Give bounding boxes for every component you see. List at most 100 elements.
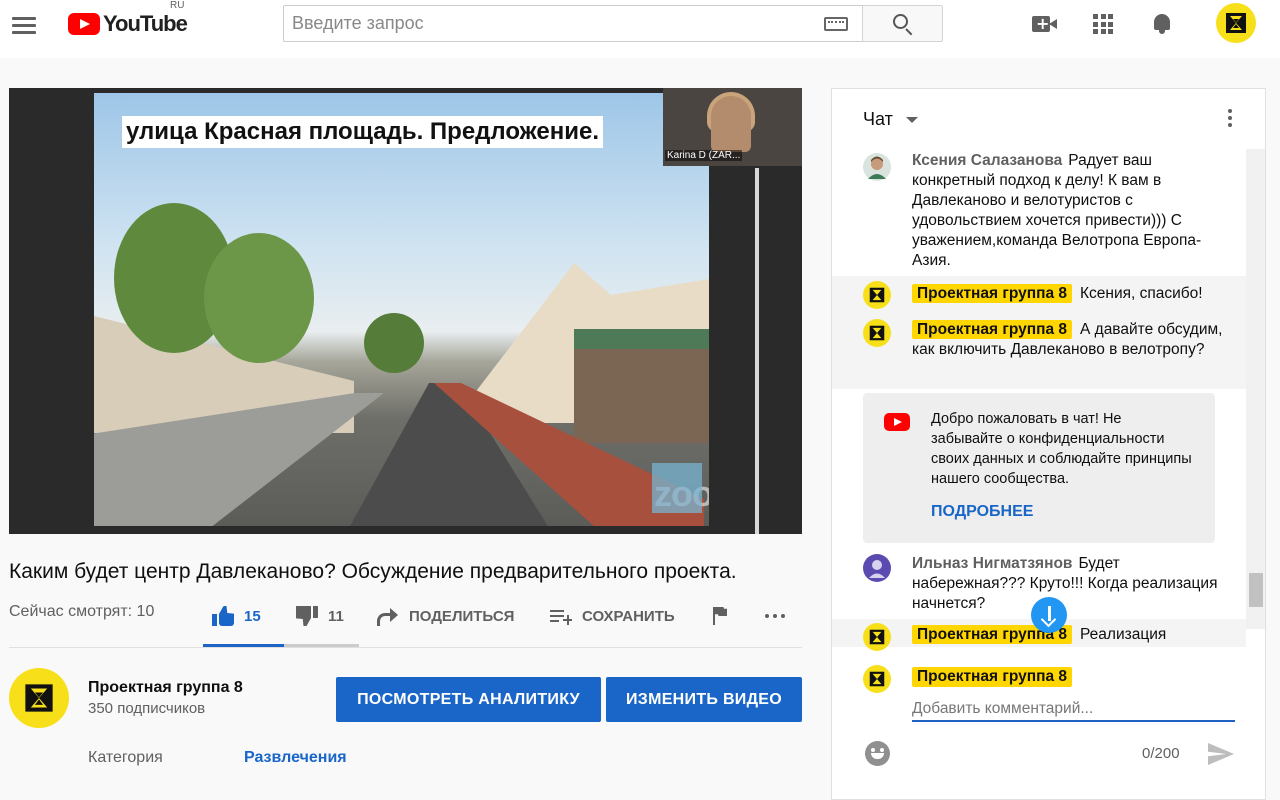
person-avatar-icon <box>869 560 885 578</box>
youtube-logo-icon <box>884 413 910 431</box>
chevron-down-icon[interactable] <box>906 117 918 123</box>
hourglass-logo-icon <box>1226 13 1246 33</box>
participant-face <box>711 96 751 152</box>
top-bar: YouTube RU <box>0 0 1280 58</box>
divider <box>9 647 802 648</box>
zoom-logo-icon <box>652 463 702 513</box>
save-label: СОХРАНИТЬ <box>582 607 675 625</box>
message-body: Проектная группа 8 Ксения, спасибо! <box>912 284 1227 304</box>
logo-region: RU <box>170 0 185 11</box>
thumbs-down-icon <box>296 606 318 626</box>
logo-text: YouTube <box>103 11 188 36</box>
report-button[interactable] <box>712 604 728 628</box>
chat-input-area: Проектная группа 8 0/200 <box>832 657 1265 799</box>
create-video-icon[interactable] <box>1032 14 1057 33</box>
category-label: Категория <box>88 749 163 766</box>
share-icon <box>377 607 399 626</box>
youtube-play-icon <box>68 13 100 35</box>
thumbs-up-icon <box>212 606 234 626</box>
message-body: Ильназ Нигматзянов Будет набережная??? Кр… <box>912 554 1227 614</box>
hourglass-logo-icon <box>869 671 885 687</box>
edit-video-button[interactable]: ИЗМЕНИТЬ ВИДЕО <box>606 677 802 722</box>
playlist-add-icon <box>550 608 572 625</box>
slide-building-shed <box>574 333 709 443</box>
hourglass-logo-icon <box>869 287 885 303</box>
youtube-logo[interactable]: YouTube <box>68 10 188 38</box>
chat-welcome-banner: Добро пожаловать в чат! Не забывайте о к… <box>863 393 1215 543</box>
slide-title: улица Красная площадь. Предложение. <box>122 116 603 148</box>
dislike-button[interactable]: 11 <box>296 604 344 628</box>
message-text: Ксения, спасибо! <box>1080 285 1203 302</box>
search-icon <box>893 14 908 29</box>
analytics-button[interactable]: ПОСМОТРЕТЬ АНАЛИТИКУ <box>336 677 601 722</box>
viewer-count: Сейчас смотрят: 10 <box>9 603 155 620</box>
chat-message-input[interactable] <box>912 698 1235 722</box>
chat-message: Ксения Салазанова Радует ваш конкретный п… <box>832 149 1246 276</box>
chat-message: Проектная группа 8 Ксения, спасибо! <box>832 276 1246 312</box>
dislike-count: 11 <box>328 607 344 625</box>
more-actions-button[interactable] <box>765 604 785 628</box>
hourglass-logo-icon <box>25 684 53 712</box>
owner-author-badge[interactable]: Проектная группа 8 <box>912 284 1072 303</box>
channel-name[interactable]: Проектная группа 8 <box>88 679 243 697</box>
channel-avatar-small <box>863 665 891 693</box>
presentation-slide: улица Красная площадь. Предложение. zoom <box>94 93 709 526</box>
message-text: Реализация <box>1080 626 1167 643</box>
live-chat-panel: Чат Ксения Салазанова Радует ваш конкретн… <box>831 88 1266 800</box>
video-player[interactable]: улица Красная площадь. Предложение. zoom… <box>9 88 802 534</box>
message-author[interactable]: Ксения Салазанова <box>912 152 1062 169</box>
message-body: Проектная группа 8А давайте обсудим, как… <box>912 320 1227 360</box>
keyboard-icon[interactable] <box>824 17 848 31</box>
chat-header: Чат <box>832 89 1265 149</box>
account-avatar[interactable] <box>1216 3 1256 43</box>
save-button[interactable]: СОХРАНИТЬ <box>550 604 675 628</box>
slide-tree <box>364 313 424 373</box>
notifications-icon[interactable] <box>1152 12 1172 34</box>
flag-icon <box>712 607 728 625</box>
user-avatar[interactable] <box>863 153 891 181</box>
more-vertical-icon[interactable] <box>1228 109 1232 127</box>
emoji-icon[interactable] <box>865 741 890 766</box>
scroll-to-bottom-button[interactable] <box>1031 597 1067 633</box>
message-author[interactable]: Ильназ Нигматзянов <box>912 555 1072 572</box>
search-input[interactable] <box>284 6 804 41</box>
video-title: Каким будет центр Давлеканово? Обсуждени… <box>9 560 737 583</box>
participant-camera: Karina D (ZAR... <box>663 88 802 166</box>
share-button[interactable]: ПОДЕЛИТЬСЯ <box>377 604 514 628</box>
learn-more-link[interactable]: ПОДРОБНЕЕ <box>931 503 1033 521</box>
search-box <box>283 5 863 42</box>
channel-avatar[interactable] <box>9 668 69 728</box>
slide-green-roof <box>574 329 709 349</box>
slide-edge-bar <box>755 168 759 534</box>
channel-avatar-small[interactable] <box>863 623 891 651</box>
person-avatar-icon <box>868 156 886 179</box>
apps-icon[interactable] <box>1093 14 1113 34</box>
chat-message: Проектная группа 8А давайте обсудим, как… <box>832 312 1246 389</box>
owner-author-badge[interactable]: Проектная группа 8 <box>912 320 1072 339</box>
message-text: Радует ваш конкретный подход к делу! К в… <box>912 152 1202 269</box>
chat-scrollbar[interactable] <box>1246 149 1265 629</box>
character-counter: 0/200 <box>1142 745 1180 762</box>
subscriber-count: 350 подписчиков <box>88 700 206 717</box>
hourglass-logo-icon <box>869 629 885 645</box>
message-body: Ксения Салазанова Радует ваш конкретный п… <box>912 151 1227 271</box>
chat-title[interactable]: Чат <box>863 109 893 130</box>
category-link[interactable]: Развлечения <box>244 749 347 767</box>
channel-avatar-small[interactable] <box>863 319 891 347</box>
participant-label: Karina D (ZAR... <box>665 150 743 161</box>
input-author-badge: Проектная группа 8 <box>912 667 1072 687</box>
like-count: 15 <box>244 607 261 625</box>
scrollbar-thumb[interactable] <box>1249 573 1263 607</box>
send-icon[interactable] <box>1208 743 1234 765</box>
user-avatar[interactable] <box>863 554 891 582</box>
message-body: Проектная группа 8 Реализация <box>912 625 1227 645</box>
more-horizontal-icon <box>765 614 785 618</box>
share-label: ПОДЕЛИТЬСЯ <box>409 607 515 625</box>
channel-avatar-small[interactable] <box>863 281 891 309</box>
menu-icon[interactable] <box>12 13 36 37</box>
hourglass-logo-icon <box>869 325 885 341</box>
like-button[interactable]: 15 <box>212 604 261 628</box>
search-button[interactable] <box>862 5 943 42</box>
welcome-text: Добро пожаловать в чат! Не забывайте о к… <box>931 411 1192 487</box>
slide-tree <box>204 233 314 363</box>
